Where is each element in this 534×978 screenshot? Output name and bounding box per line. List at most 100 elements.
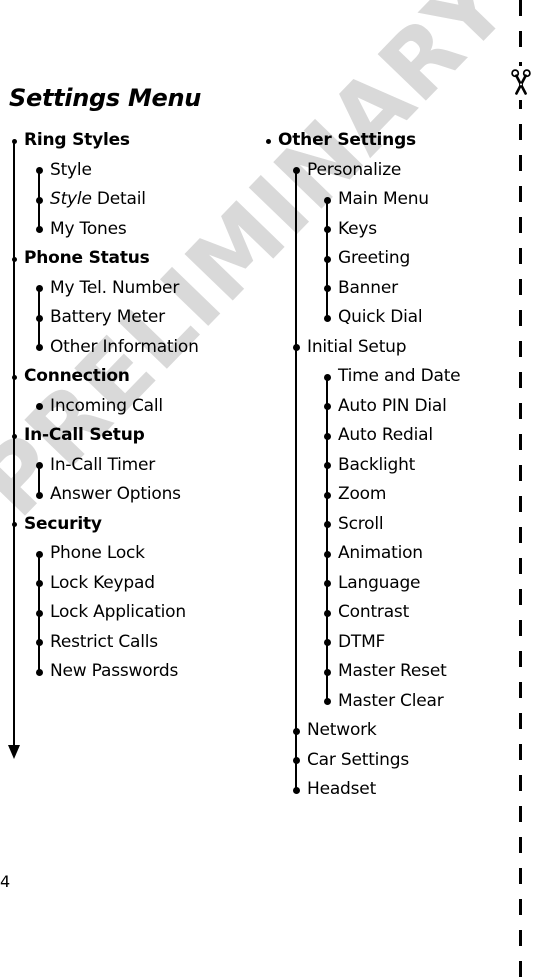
menu-item-ring-styles[interactable]: Ring Styles xyxy=(24,132,130,149)
tree-bullet-level-3 xyxy=(323,698,331,705)
menu-item-label: Phone Status xyxy=(24,248,150,268)
left-column-spine xyxy=(13,141,15,745)
menu-item-lock-keypad[interactable]: Lock Keypad xyxy=(50,572,155,593)
tree-bullet-level-3 xyxy=(323,521,331,528)
menu-item-main-menu[interactable]: Main Menu xyxy=(338,191,429,208)
tree-bullet-level-1 xyxy=(11,138,17,144)
tree-connector-line xyxy=(295,170,297,790)
tree-bullet-level-2 xyxy=(35,550,43,558)
tree-bullet-level-3 xyxy=(323,491,331,499)
menu-item-new-passwords[interactable]: New Passwords xyxy=(50,663,178,680)
tree-bullet-level-3 xyxy=(323,403,331,410)
menu-item-label: Animation xyxy=(338,543,423,563)
menu-item-auto-pin-dial[interactable]: Auto PIN Dial xyxy=(338,397,447,415)
menu-item-label: My Tel. Number xyxy=(50,277,180,298)
menu-item-security[interactable]: Security xyxy=(24,515,102,533)
tree-bullet-level-2 xyxy=(35,344,43,351)
menu-item-label: Time and Date xyxy=(338,366,461,386)
menu-item-incoming-call[interactable]: Incoming Call xyxy=(50,397,163,415)
menu-item-my-tel-number[interactable]: My Tel. Number xyxy=(50,277,180,298)
menu-item-style[interactable]: Style xyxy=(50,161,92,179)
menu-item-zoom[interactable]: Zoom xyxy=(338,486,386,503)
menu-item-scroll[interactable]: Scroll xyxy=(338,515,384,533)
tree-bullet-level-3 xyxy=(323,580,331,587)
menu-item-contrast[interactable]: Contrast xyxy=(338,604,409,621)
tree-bullet-level-1 xyxy=(11,256,17,262)
tree-bullet-level-3 xyxy=(323,668,331,676)
menu-item-lock-application[interactable]: Lock Application xyxy=(50,604,186,621)
menu-item-in-call-timer[interactable]: In-Call Timer xyxy=(50,456,155,474)
menu-item-other-information[interactable]: Other Information xyxy=(50,336,199,357)
tree-bullet-level-3 xyxy=(323,255,331,263)
tree-bullet-level-2 xyxy=(35,403,43,410)
menu-item-label: Banner xyxy=(338,277,398,298)
tree-bullet-level-2 xyxy=(292,786,300,794)
menu-item-in-call-setup[interactable]: In-Call Setup xyxy=(24,427,145,444)
tree-bullet-level-3 xyxy=(323,373,331,381)
tree-bullet-level-1 xyxy=(11,522,17,527)
menu-item-label: Other Information xyxy=(50,336,199,357)
menu-item-label: Auto Redial xyxy=(338,425,433,445)
tree-bullet-level-2 xyxy=(292,344,300,351)
tree-bullet-level-2 xyxy=(292,757,300,764)
menu-item-label: Other Settings xyxy=(278,130,416,150)
menu-item-quick-dial[interactable]: Quick Dial xyxy=(338,309,423,326)
menu-item-battery-meter[interactable]: Battery Meter xyxy=(50,309,165,326)
menu-item-connection[interactable]: Connection xyxy=(24,368,130,385)
menu-item-language[interactable]: Language xyxy=(338,572,421,593)
menu-item-greeting[interactable]: Greeting xyxy=(338,250,410,267)
tree-bullet-level-2 xyxy=(35,196,43,204)
tree-bullet-level-2 xyxy=(292,167,300,174)
menu-item-personalize[interactable]: Personalize xyxy=(307,159,402,180)
scissors-icon xyxy=(507,66,534,100)
tree-bullet-level-3 xyxy=(323,226,331,233)
menu-item-label: Language xyxy=(338,572,421,593)
menu-item-label: Master Clear xyxy=(338,690,444,711)
menu-item-other-settings[interactable]: Other Settings xyxy=(278,132,416,149)
menu-item-restrict-calls[interactable]: Restrict Calls xyxy=(50,633,158,651)
tree-bullet-level-3 xyxy=(323,550,331,558)
menu-item-headset[interactable]: Headset xyxy=(307,781,376,798)
menu-item-label: Style Detail xyxy=(50,189,146,209)
menu-item-initial-setup[interactable]: Initial Setup xyxy=(307,338,407,356)
tree-bullet-level-2 xyxy=(292,727,300,735)
tree-bullet-level-2 xyxy=(35,580,43,587)
menu-item-car-settings[interactable]: Car Settings xyxy=(307,751,409,769)
menu-item-auto-redial[interactable]: Auto Redial xyxy=(338,427,433,444)
menu-item-animation[interactable]: Animation xyxy=(338,545,423,562)
tree-connector-line xyxy=(326,377,328,702)
menu-item-label: Lock Keypad xyxy=(50,572,155,593)
menu-item-style-detail[interactable]: Style Detail xyxy=(50,191,146,208)
menu-item-phone-lock[interactable]: Phone Lock xyxy=(50,545,145,562)
menu-item-banner[interactable]: Banner xyxy=(338,277,398,298)
menu-item-master-clear[interactable]: Master Clear xyxy=(338,690,444,711)
menu-item-label: Greeting xyxy=(338,248,411,268)
menu-item-label: Phone Lock xyxy=(50,543,145,563)
menu-item-keys[interactable]: Keys xyxy=(338,218,377,239)
menu-item-time-and-date[interactable]: Time and Date xyxy=(338,366,461,386)
menu-item-label: Keys xyxy=(338,218,377,239)
tree-bullet-level-2 xyxy=(35,639,43,646)
menu-item-network[interactable]: Network xyxy=(307,722,377,739)
tree-bullet-level-1 xyxy=(11,433,17,439)
menu-item-label: Ring Styles xyxy=(24,130,130,150)
menu-item-my-tones[interactable]: My Tones xyxy=(50,220,127,238)
tree-bullet-level-3 xyxy=(323,609,331,617)
tree-bullet-level-2 xyxy=(35,167,43,174)
menu-item-label: Headset xyxy=(307,779,377,799)
continuation-arrow-icon xyxy=(8,745,20,759)
menu-item-backlight[interactable]: Backlight xyxy=(338,456,415,474)
tree-bullet-level-2 xyxy=(35,314,43,322)
menu-item-master-reset[interactable]: Master Reset xyxy=(338,663,447,680)
menu-item-label: Zoom xyxy=(338,484,387,504)
menu-item-label: Personalize xyxy=(307,159,402,180)
menu-item-label: Master Reset xyxy=(338,661,447,681)
tree-bullet-level-3 xyxy=(323,196,331,204)
menu-item-label: In-Call Setup xyxy=(24,425,145,445)
menu-item-dtmf[interactable]: DTMF xyxy=(338,631,386,652)
tree-connector-line xyxy=(38,465,40,495)
menu-item-phone-status[interactable]: Phone Status xyxy=(24,250,150,267)
menu-item-label: Lock Application xyxy=(50,602,186,622)
menu-item-answer-options[interactable]: Answer Options xyxy=(50,486,181,503)
menu-item-label: DTMF xyxy=(338,631,386,652)
